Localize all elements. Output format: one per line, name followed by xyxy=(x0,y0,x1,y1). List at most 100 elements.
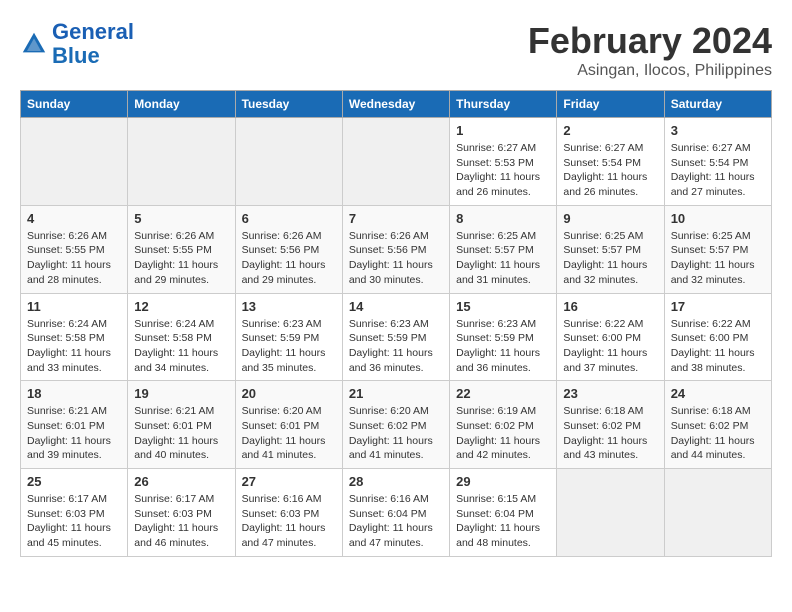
calendar-cell xyxy=(557,469,664,557)
day-info: Sunrise: 6:26 AM Sunset: 5:55 PM Dayligh… xyxy=(134,229,228,288)
day-number: 24 xyxy=(671,386,765,401)
day-info: Sunrise: 6:22 AM Sunset: 6:00 PM Dayligh… xyxy=(671,317,765,376)
calendar-cell: 29 Sunrise: 6:15 AM Sunset: 6:04 PM Dayli… xyxy=(450,469,557,557)
day-number: 11 xyxy=(27,299,121,314)
calendar-cell: 11 Sunrise: 6:24 AM Sunset: 5:58 PM Dayli… xyxy=(21,293,128,381)
day-number: 27 xyxy=(242,474,336,489)
calendar-cell: 26 Sunrise: 6:17 AM Sunset: 6:03 PM Dayli… xyxy=(128,469,235,557)
day-number: 6 xyxy=(242,211,336,226)
day-info: Sunrise: 6:24 AM Sunset: 5:58 PM Dayligh… xyxy=(134,317,228,376)
calendar-cell xyxy=(21,118,128,206)
day-number: 1 xyxy=(456,123,550,138)
day-info: Sunrise: 6:25 AM Sunset: 5:57 PM Dayligh… xyxy=(563,229,657,288)
header-day-wednesday: Wednesday xyxy=(342,91,449,118)
logo: General Blue xyxy=(20,20,134,68)
calendar-cell: 15Sunrise: 6:23 AM Sunset: 5:59 PM Dayli… xyxy=(450,293,557,381)
calendar-cell: 14 Sunrise: 6:23 AM Sunset: 5:59 PM Dayli… xyxy=(342,293,449,381)
day-number: 14 xyxy=(349,299,443,314)
day-info: Sunrise: 6:17 AM Sunset: 6:03 PM Dayligh… xyxy=(134,492,228,551)
day-number: 12 xyxy=(134,299,228,314)
calendar-cell: 20 Sunrise: 6:20 AM Sunset: 6:01 PM Dayli… xyxy=(235,381,342,469)
header-day-thursday: Thursday xyxy=(450,91,557,118)
day-info: Sunrise: 6:15 AM Sunset: 6:04 PM Dayligh… xyxy=(456,492,550,551)
day-number: 4 xyxy=(27,211,121,226)
day-number: 8 xyxy=(456,211,550,226)
header-day-monday: Monday xyxy=(128,91,235,118)
day-number: 29 xyxy=(456,474,550,489)
calendar-cell: 25 Sunrise: 6:17 AM Sunset: 6:03 PM Dayli… xyxy=(21,469,128,557)
day-info: Sunrise: 6:17 AM Sunset: 6:03 PM Dayligh… xyxy=(27,492,121,551)
day-info: Sunrise: 6:23 AM Sunset: 5:59 PM Dayligh… xyxy=(456,317,550,376)
day-info: Sunrise: 6:18 AM Sunset: 6:02 PM Dayligh… xyxy=(671,404,765,463)
day-info: Sunrise: 6:27 AM Sunset: 5:54 PM Dayligh… xyxy=(671,141,765,200)
day-number: 5 xyxy=(134,211,228,226)
day-number: 9 xyxy=(563,211,657,226)
day-number: 2 xyxy=(563,123,657,138)
title-section: February 2024 Asingan, Ilocos, Philippin… xyxy=(528,20,772,80)
calendar-cell: 8 Sunrise: 6:25 AM Sunset: 5:57 PM Daylig… xyxy=(450,205,557,293)
calendar-header-row: SundayMondayTuesdayWednesdayThursdayFrid… xyxy=(21,91,772,118)
calendar-cell: 6 Sunrise: 6:26 AM Sunset: 5:56 PM Daylig… xyxy=(235,205,342,293)
header-day-tuesday: Tuesday xyxy=(235,91,342,118)
day-number: 19 xyxy=(134,386,228,401)
location-subtitle: Asingan, Ilocos, Philippines xyxy=(528,62,772,80)
day-info: Sunrise: 6:20 AM Sunset: 6:02 PM Dayligh… xyxy=(349,404,443,463)
day-number: 10 xyxy=(671,211,765,226)
calendar-cell: 1 Sunrise: 6:27 AM Sunset: 5:53 PM Daylig… xyxy=(450,118,557,206)
calendar-cell: 22 Sunrise: 6:19 AM Sunset: 6:02 PM Dayli… xyxy=(450,381,557,469)
calendar-cell: 19 Sunrise: 6:21 AM Sunset: 6:01 PM Dayli… xyxy=(128,381,235,469)
day-info: Sunrise: 6:25 AM Sunset: 5:57 PM Dayligh… xyxy=(671,229,765,288)
calendar-cell: 23Sunrise: 6:18 AM Sunset: 6:02 PM Dayli… xyxy=(557,381,664,469)
logo-icon xyxy=(20,30,48,58)
calendar-cell xyxy=(342,118,449,206)
calendar-cell xyxy=(235,118,342,206)
day-info: Sunrise: 6:26 AM Sunset: 5:56 PM Dayligh… xyxy=(242,229,336,288)
calendar-cell: 3 Sunrise: 6:27 AM Sunset: 5:54 PM Daylig… xyxy=(664,118,771,206)
calendar-cell: 5 Sunrise: 6:26 AM Sunset: 5:55 PM Daylig… xyxy=(128,205,235,293)
day-info: Sunrise: 6:16 AM Sunset: 6:04 PM Dayligh… xyxy=(349,492,443,551)
day-number: 28 xyxy=(349,474,443,489)
day-info: Sunrise: 6:24 AM Sunset: 5:58 PM Dayligh… xyxy=(27,317,121,376)
calendar-week-row: 11 Sunrise: 6:24 AM Sunset: 5:58 PM Dayli… xyxy=(21,293,772,381)
calendar-cell: 21 Sunrise: 6:20 AM Sunset: 6:02 PM Dayli… xyxy=(342,381,449,469)
day-number: 3 xyxy=(671,123,765,138)
calendar-cell: 24 Sunrise: 6:18 AM Sunset: 6:02 PM Dayli… xyxy=(664,381,771,469)
day-number: 21 xyxy=(349,386,443,401)
day-info: Sunrise: 6:19 AM Sunset: 6:02 PM Dayligh… xyxy=(456,404,550,463)
calendar-cell: 4 Sunrise: 6:26 AM Sunset: 5:55 PM Daylig… xyxy=(21,205,128,293)
day-info: Sunrise: 6:26 AM Sunset: 5:55 PM Dayligh… xyxy=(27,229,121,288)
day-info: Sunrise: 6:25 AM Sunset: 5:57 PM Dayligh… xyxy=(456,229,550,288)
header-day-sunday: Sunday xyxy=(21,91,128,118)
header-day-friday: Friday xyxy=(557,91,664,118)
day-number: 26 xyxy=(134,474,228,489)
month-title: February 2024 xyxy=(528,20,772,62)
day-info: Sunrise: 6:20 AM Sunset: 6:01 PM Dayligh… xyxy=(242,404,336,463)
day-number: 25 xyxy=(27,474,121,489)
day-number: 17 xyxy=(671,299,765,314)
calendar-cell: 18 Sunrise: 6:21 AM Sunset: 6:01 PM Dayli… xyxy=(21,381,128,469)
calendar-week-row: 25 Sunrise: 6:17 AM Sunset: 6:03 PM Dayli… xyxy=(21,469,772,557)
header: General Blue February 2024 Asingan, Iloc… xyxy=(20,20,772,80)
calendar-cell: 9 Sunrise: 6:25 AM Sunset: 5:57 PM Daylig… xyxy=(557,205,664,293)
calendar-cell: 17 Sunrise: 6:22 AM Sunset: 6:00 PM Dayli… xyxy=(664,293,771,381)
calendar-cell xyxy=(128,118,235,206)
day-info: Sunrise: 6:27 AM Sunset: 5:53 PM Dayligh… xyxy=(456,141,550,200)
calendar-cell: 12 Sunrise: 6:24 AM Sunset: 5:58 PM Dayli… xyxy=(128,293,235,381)
day-number: 18 xyxy=(27,386,121,401)
day-number: 22 xyxy=(456,386,550,401)
calendar-cell xyxy=(664,469,771,557)
day-info: Sunrise: 6:23 AM Sunset: 5:59 PM Dayligh… xyxy=(349,317,443,376)
calendar-table: SundayMondayTuesdayWednesdayThursdayFrid… xyxy=(20,90,772,557)
day-info: Sunrise: 6:16 AM Sunset: 6:03 PM Dayligh… xyxy=(242,492,336,551)
day-number: 20 xyxy=(242,386,336,401)
calendar-cell: 13Sunrise: 6:23 AM Sunset: 5:59 PM Dayli… xyxy=(235,293,342,381)
calendar-cell: 28 Sunrise: 6:16 AM Sunset: 6:04 PM Dayli… xyxy=(342,469,449,557)
day-info: Sunrise: 6:27 AM Sunset: 5:54 PM Dayligh… xyxy=(563,141,657,200)
day-number: 7 xyxy=(349,211,443,226)
day-number: 16 xyxy=(563,299,657,314)
calendar-week-row: 4 Sunrise: 6:26 AM Sunset: 5:55 PM Daylig… xyxy=(21,205,772,293)
day-info: Sunrise: 6:21 AM Sunset: 6:01 PM Dayligh… xyxy=(27,404,121,463)
header-day-saturday: Saturday xyxy=(664,91,771,118)
calendar-week-row: 1 Sunrise: 6:27 AM Sunset: 5:53 PM Daylig… xyxy=(21,118,772,206)
day-info: Sunrise: 6:21 AM Sunset: 6:01 PM Dayligh… xyxy=(134,404,228,463)
